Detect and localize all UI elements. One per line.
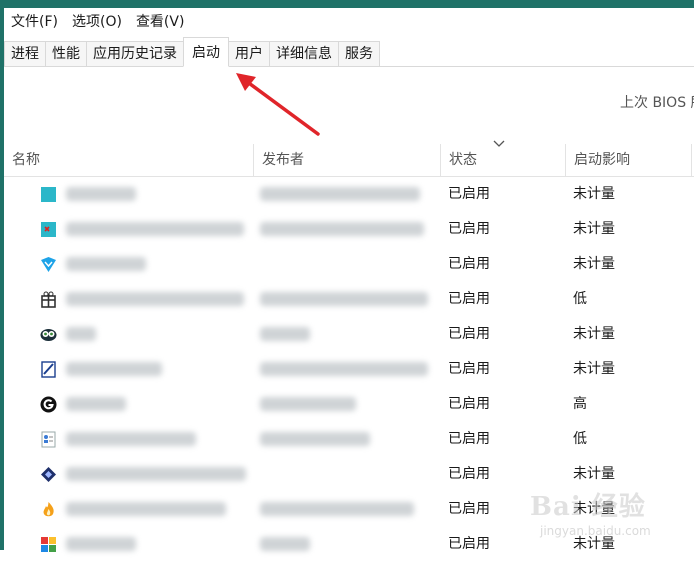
contact-card-icon — [41, 431, 56, 448]
status-cell: 已启用 — [448, 466, 490, 482]
tab-performance[interactable]: 性能 — [45, 41, 87, 66]
column-header-publisher[interactable]: 发布者 — [254, 144, 441, 176]
table-row[interactable]: 已启用 高 — [4, 387, 694, 422]
impact-cell: 未计量 — [573, 326, 615, 342]
status-cell: 已启用 — [448, 536, 490, 552]
menu-file[interactable]: 文件(F) — [4, 8, 65, 36]
blurred-app-name — [66, 327, 96, 341]
blurred-publisher — [260, 222, 424, 236]
table-row[interactable]: 已启用 低 — [4, 282, 694, 317]
status-cell: 已启用 — [448, 256, 490, 272]
tab-services[interactable]: 服务 — [338, 41, 380, 66]
blurred-publisher — [260, 502, 414, 516]
status-cell: 已启用 — [448, 221, 490, 237]
blurred-app-name — [66, 292, 244, 306]
blurred-app-name — [66, 362, 162, 376]
tab-startup[interactable]: 启动 — [183, 37, 229, 67]
watermark-url-text: jingyan.baidu.com — [540, 524, 651, 538]
gift-box-icon — [41, 291, 56, 308]
blurred-publisher — [260, 187, 420, 201]
impact-cell: 未计量 — [573, 256, 615, 272]
tab-bar: 进程 性能 应用历史记录 启动 用户 详细信息 服务 — [4, 36, 694, 67]
red-annotation-arrow-icon — [236, 73, 320, 136]
tab-app-history[interactable]: 应用历史记录 — [86, 41, 184, 66]
status-cell: 已启用 — [448, 396, 490, 412]
table-row[interactable]: 已启用 未计量 — [4, 177, 694, 212]
column-header-impact[interactable]: 启动影响 — [566, 144, 692, 176]
table-row[interactable]: 已启用 未计量 — [4, 317, 694, 352]
teal-x-icon — [41, 222, 56, 237]
blurred-app-name — [66, 222, 244, 236]
menu-bar: 文件(F) 选项(O) 查看(V) — [4, 8, 694, 36]
impact-cell: 低 — [573, 431, 587, 447]
blurred-publisher — [260, 537, 310, 551]
blurred-app-name — [66, 397, 126, 411]
baidu-watermark: Bai 经验 jingyan.baidu.com — [530, 486, 680, 546]
tab-users[interactable]: 用户 — [228, 41, 270, 66]
status-cell: 已启用 — [448, 291, 490, 307]
impact-cell: 未计量 — [573, 221, 615, 237]
impact-cell: 高 — [573, 396, 587, 412]
blurred-publisher — [260, 327, 310, 341]
blurred-publisher — [260, 397, 356, 411]
column-header-row: 名称 发布者 状态 启动影响 — [4, 144, 694, 177]
blurred-app-name — [66, 432, 196, 446]
status-cell: 已启用 — [448, 431, 490, 447]
impact-cell: 未计量 — [573, 361, 615, 377]
blurred-app-name — [66, 502, 226, 516]
tab-details[interactable]: 详细信息 — [269, 41, 339, 66]
blurred-app-name — [66, 467, 246, 481]
impact-cell: 未计量 — [573, 186, 615, 202]
table-row[interactable]: 已启用 未计量 — [4, 212, 694, 247]
status-cell: 已启用 — [448, 501, 490, 517]
pen-document-icon — [41, 361, 56, 378]
column-header-name[interactable]: 名称 — [4, 144, 254, 176]
title-bar — [0, 0, 694, 8]
column-header-status[interactable]: 状态 — [441, 144, 566, 176]
blue-shield-icon — [41, 257, 56, 272]
status-cell: 已启用 — [448, 361, 490, 377]
tab-processes[interactable]: 进程 — [4, 41, 46, 66]
menu-options[interactable]: 选项(O) — [65, 8, 129, 36]
blurred-app-name — [66, 187, 136, 201]
blurred-publisher — [260, 362, 428, 376]
logitech-g-icon — [40, 396, 57, 413]
status-cell: 已启用 — [448, 326, 490, 342]
impact-cell: 低 — [573, 291, 587, 307]
teal-square-icon — [41, 187, 56, 202]
table-row[interactable]: 已启用 未计量 — [4, 352, 694, 387]
menu-view[interactable]: 查看(V) — [129, 8, 192, 36]
last-bios-time-label: 上次 BIOS 所 — [620, 95, 694, 111]
flame-icon — [43, 502, 54, 517]
blurred-app-name — [66, 257, 146, 271]
colorful-grid-icon — [41, 537, 56, 552]
diamond-app-icon — [41, 467, 56, 482]
blurred-publisher — [260, 432, 370, 446]
blurred-publisher — [260, 292, 428, 306]
blurred-app-name — [66, 537, 136, 551]
owl-icon — [40, 329, 57, 341]
table-row[interactable]: 已启用 未计量 — [4, 247, 694, 282]
status-cell: 已启用 — [448, 186, 490, 202]
watermark-main-text: Bai 经验 — [530, 492, 646, 522]
table-row[interactable]: 已启用 低 — [4, 422, 694, 457]
